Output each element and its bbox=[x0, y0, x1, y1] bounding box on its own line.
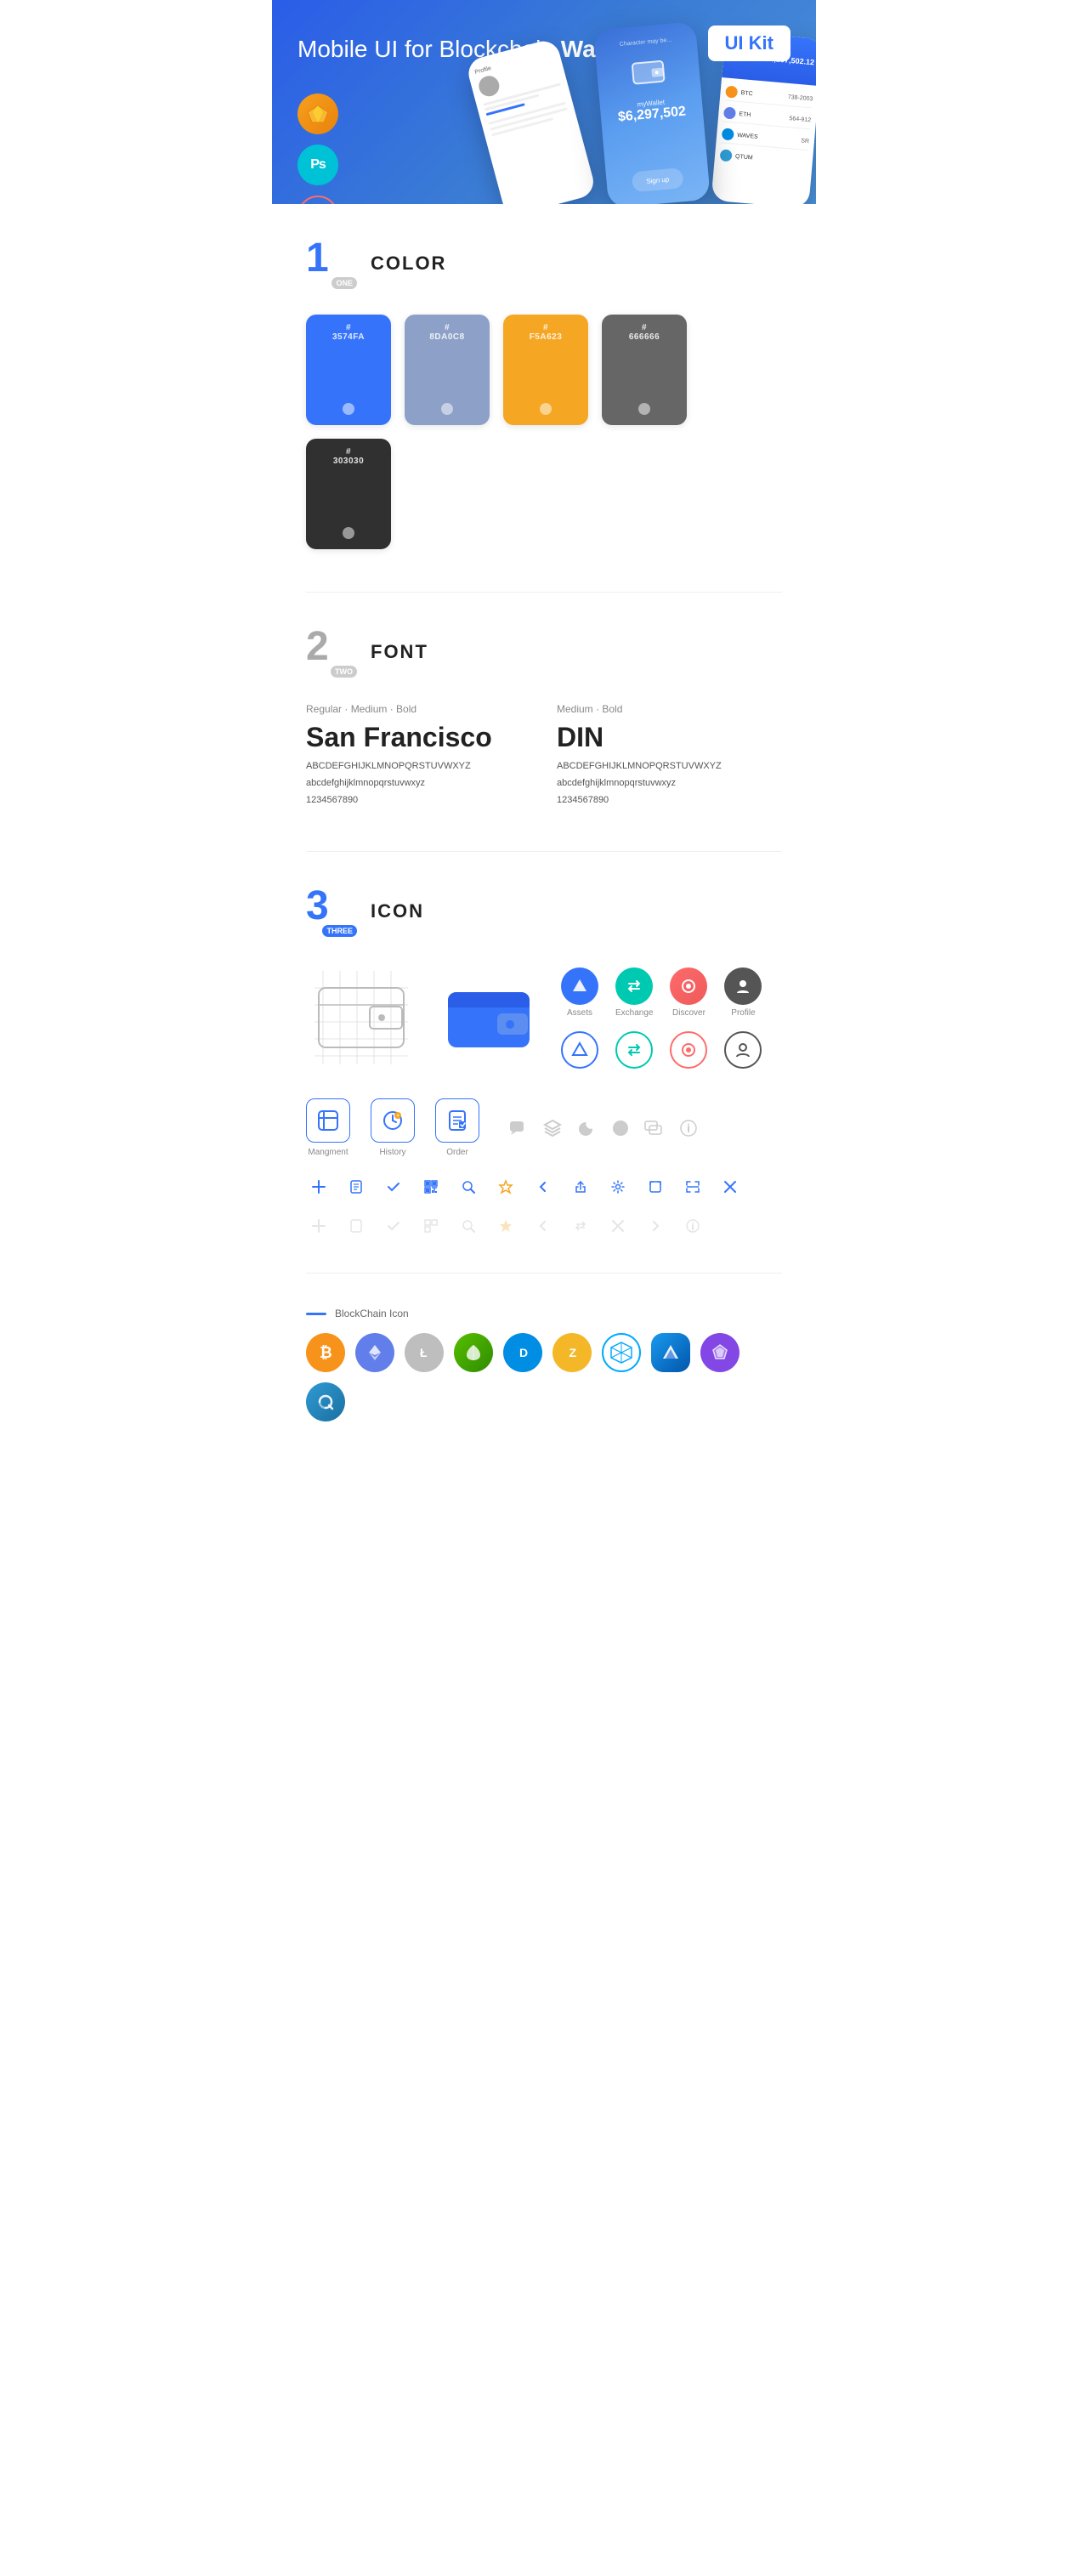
x-icon-faded bbox=[605, 1213, 631, 1239]
check-icon bbox=[381, 1174, 406, 1200]
close-icon bbox=[717, 1174, 743, 1200]
phone-mockup-left: Profile bbox=[465, 37, 597, 204]
phone-mockup-middle: Character may be... myWallet $6,297,502 … bbox=[593, 21, 711, 204]
font-section: 2 TWO FONT Regular · Medium · Bold San F… bbox=[306, 627, 782, 809]
color-swatches: #3574FA #8DA0C8 #F5A623 #666666 #303030 bbox=[306, 315, 782, 549]
crypto-qtum bbox=[306, 1382, 345, 1421]
hero-badges: Ps 60+ Screens bbox=[298, 94, 338, 204]
divider-1 bbox=[306, 592, 782, 593]
crypto-grid bbox=[602, 1333, 641, 1372]
plus-icon-faded bbox=[306, 1213, 332, 1239]
utility-icons-blue bbox=[306, 1174, 782, 1206]
chat-icon bbox=[508, 1118, 529, 1138]
next-icon-faded bbox=[643, 1213, 668, 1239]
crypto-ethereum bbox=[355, 1333, 394, 1372]
check-icon-faded bbox=[381, 1213, 406, 1239]
wallet-icon-filled bbox=[434, 962, 544, 1073]
icon-profile-outline bbox=[724, 1031, 762, 1069]
ui-kit-badge: UI Kit bbox=[708, 26, 790, 61]
star-icon bbox=[493, 1174, 518, 1200]
icon-section: 3 THREE ICON bbox=[306, 886, 782, 1239]
icon-discover: Discover bbox=[670, 967, 707, 1018]
utility-icons-faded bbox=[306, 1213, 782, 1239]
wallet-icon-wireframe bbox=[306, 962, 416, 1073]
svg-text:Z: Z bbox=[570, 1346, 577, 1359]
qr-icon-faded bbox=[418, 1213, 444, 1239]
app-icons-row: Mangment History bbox=[306, 1098, 782, 1157]
document-icon bbox=[343, 1174, 369, 1200]
plus-icon bbox=[306, 1174, 332, 1200]
gray-icons-row bbox=[508, 1118, 699, 1138]
qr-icon bbox=[418, 1174, 444, 1200]
crypto-bitcoin: ₿ bbox=[306, 1333, 345, 1372]
crypto-waves bbox=[651, 1333, 690, 1372]
circle-icon bbox=[610, 1118, 631, 1138]
icon-management: Mangment bbox=[306, 1098, 350, 1157]
crypto-zcash: Z bbox=[552, 1333, 592, 1372]
moon-icon bbox=[576, 1118, 597, 1138]
hero-section: Mobile UI for Blockchain Wallet UI Kit P… bbox=[272, 0, 816, 204]
divider-3 bbox=[306, 1273, 782, 1274]
color-section: 1 ONE COLOR #3574FA #8DA0C8 #F5A623 #666… bbox=[306, 238, 782, 549]
icon-main-row: Assets Exchange bbox=[306, 962, 782, 1073]
main-content: 1 ONE COLOR #3574FA #8DA0C8 #F5A623 #666… bbox=[272, 204, 816, 1489]
color-swatch-blue-gray: #8DA0C8 bbox=[405, 315, 490, 425]
colored-icons-grid: Assets Exchange bbox=[561, 967, 762, 1069]
icon-profile: Profile bbox=[724, 967, 762, 1018]
color-swatch-orange: #F5A623 bbox=[503, 315, 588, 425]
icon-exchange-outline bbox=[615, 1031, 653, 1069]
font-san-francisco: Regular · Medium · Bold San Francisco AB… bbox=[306, 703, 531, 809]
settings-icon bbox=[605, 1174, 631, 1200]
icon-assets: Assets bbox=[561, 967, 598, 1018]
svg-text:₿: ₿ bbox=[320, 1344, 332, 1361]
back-arrow-icon bbox=[530, 1174, 556, 1200]
screens-badge: 60+ Screens bbox=[298, 196, 338, 204]
section-number-three: 3 THREE bbox=[306, 886, 357, 937]
ps-badge: Ps bbox=[298, 145, 338, 185]
blockchain-section: BlockChain Icon ₿ Ł bbox=[306, 1308, 782, 1421]
svg-text:D: D bbox=[519, 1346, 528, 1359]
font-grid: Regular · Medium · Bold San Francisco AB… bbox=[306, 703, 782, 809]
back-arrow-icon-faded bbox=[530, 1213, 556, 1239]
color-swatch-dark: #303030 bbox=[306, 439, 391, 549]
icon-history: History bbox=[371, 1098, 415, 1157]
section-number-one: 1 ONE bbox=[306, 238, 357, 289]
section-number-two: 2 TWO bbox=[306, 627, 357, 678]
blockchain-label-row: BlockChain Icon bbox=[306, 1308, 782, 1319]
crypto-litecoin: Ł bbox=[405, 1333, 444, 1372]
share-icon bbox=[568, 1174, 593, 1200]
info-icon bbox=[678, 1118, 699, 1138]
star-icon-faded bbox=[493, 1213, 518, 1239]
color-swatch-blue: #3574FA bbox=[306, 315, 391, 425]
crypto-icons-row: ₿ Ł bbox=[306, 1333, 782, 1421]
font-din: Medium · Bold DIN ABCDEFGHIJKLMNOPQRSTUV… bbox=[557, 703, 782, 809]
search-icon-faded bbox=[456, 1213, 481, 1239]
color-swatch-gray: #666666 bbox=[602, 315, 687, 425]
font-section-header: 2 TWO FONT bbox=[306, 627, 782, 678]
icon-section-header: 3 THREE ICON bbox=[306, 886, 782, 937]
document-icon-faded bbox=[343, 1213, 369, 1239]
crypto-neo bbox=[454, 1333, 493, 1372]
divider-2 bbox=[306, 851, 782, 852]
expand-icon bbox=[643, 1174, 668, 1200]
icon-exchange: Exchange bbox=[615, 967, 653, 1018]
icon-discover-outline bbox=[670, 1031, 707, 1069]
crypto-dash: D bbox=[503, 1333, 542, 1372]
icon-assets-outline bbox=[561, 1031, 598, 1069]
color-section-header: 1 ONE COLOR bbox=[306, 238, 782, 289]
sketch-badge bbox=[298, 94, 338, 134]
info-icon-faded bbox=[680, 1213, 706, 1239]
icon-order: Order bbox=[435, 1098, 479, 1157]
blockchain-line bbox=[306, 1313, 326, 1315]
layers-icon bbox=[542, 1118, 563, 1138]
crypto-matic bbox=[700, 1333, 740, 1372]
chat-double-icon bbox=[644, 1118, 665, 1138]
search-icon bbox=[456, 1174, 481, 1200]
svg-text:Ł: Ł bbox=[420, 1346, 428, 1359]
arrows-icon-faded bbox=[568, 1213, 593, 1239]
scan-icon bbox=[680, 1174, 706, 1200]
